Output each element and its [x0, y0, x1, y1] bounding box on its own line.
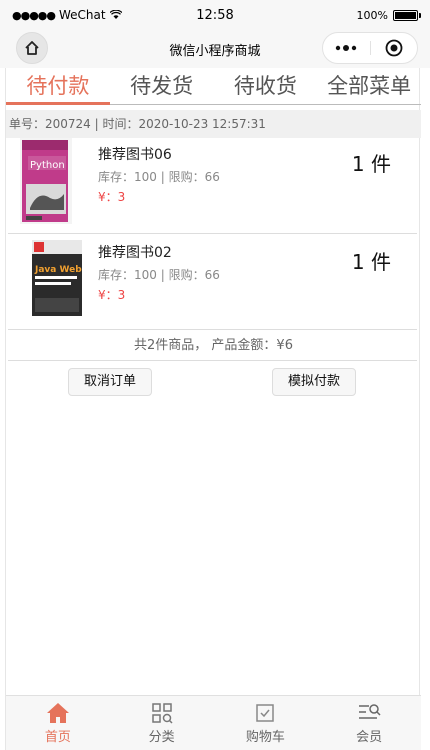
item-stock: 库存：100 | 限购：66 — [98, 268, 220, 282]
more-button[interactable] — [323, 33, 370, 63]
tabbar-label: 首页 — [44, 730, 71, 745]
cover-title: Python — [30, 160, 65, 171]
book-cover-image: Java Web — [30, 236, 84, 322]
tabbar-home[interactable]: 首页 — [6, 696, 110, 750]
status-bar: ●●●●● WeChat 12:58 100% — [0, 0, 430, 30]
member-icon — [356, 701, 382, 725]
item-quantity: 1 件 — [351, 250, 391, 274]
tab-all-orders[interactable]: 全部菜单 — [317, 68, 421, 104]
tabbar-category[interactable]: 分类 — [110, 696, 214, 750]
tabbar-member[interactable]: 会员 — [317, 696, 421, 750]
close-program-button[interactable] — [371, 33, 418, 63]
order-tabs: 待付款 待发货 待收货 全部菜单 — [6, 68, 421, 105]
book-cover-image: Python — [20, 138, 72, 224]
item-name: 推荐图书02 — [98, 245, 172, 261]
divider — [8, 233, 417, 234]
cover-title: Java Web — [34, 265, 82, 275]
tabbar-cart[interactable]: 购物车 — [214, 696, 318, 750]
target-icon — [385, 39, 403, 57]
battery-info: 100% — [356, 9, 421, 22]
cart-icon — [252, 701, 278, 725]
order-item[interactable]: Python 推荐图书06 库存：100 | 限购：66 ¥：3 1 件 — [6, 138, 421, 234]
item-price: ¥：3 — [98, 190, 126, 204]
navigation-bar: 微信小程序商城 — [0, 30, 430, 68]
tabbar-label: 购物车 — [245, 730, 285, 745]
tab-pending-shipment[interactable]: 待发货 — [110, 68, 214, 104]
page-content: 待付款 待发货 待收货 全部菜单 单号：200724 | 时间：2020-10-… — [5, 68, 421, 750]
tab-pending-receipt[interactable]: 待收货 — [214, 68, 318, 104]
item-name: 推荐图书06 — [98, 147, 172, 163]
item-quantity: 1 件 — [351, 152, 391, 176]
battery-icon — [393, 10, 421, 21]
order-header: 单号：200724 | 时间：2020-10-23 12:57:31 — [6, 110, 421, 138]
mini-program-capsule — [322, 32, 418, 64]
order-summary: 共2件商品， 产品金额：¥6 — [134, 338, 293, 353]
item-stock: 库存：100 | 限购：66 — [98, 170, 220, 184]
battery-percent: 100% — [356, 9, 388, 22]
bottom-tab-bar: 首页 分类 购物车 会员 — [6, 695, 421, 750]
cancel-order-button[interactable]: 取消订单 — [68, 368, 152, 396]
item-price: ¥：3 — [98, 288, 126, 302]
tabbar-label: 分类 — [148, 730, 175, 745]
more-icon — [336, 45, 357, 51]
category-icon — [149, 701, 175, 725]
divider — [8, 360, 417, 361]
divider — [8, 329, 417, 330]
tabbar-label: 会员 — [356, 730, 383, 745]
order-item[interactable]: Java Web 推荐图书02 库存：100 | 限购：66 ¥：3 1 件 — [6, 236, 421, 332]
home-icon — [45, 701, 71, 725]
simulate-pay-button[interactable]: 模拟付款 — [272, 368, 356, 396]
tab-pending-payment[interactable]: 待付款 — [6, 68, 110, 105]
